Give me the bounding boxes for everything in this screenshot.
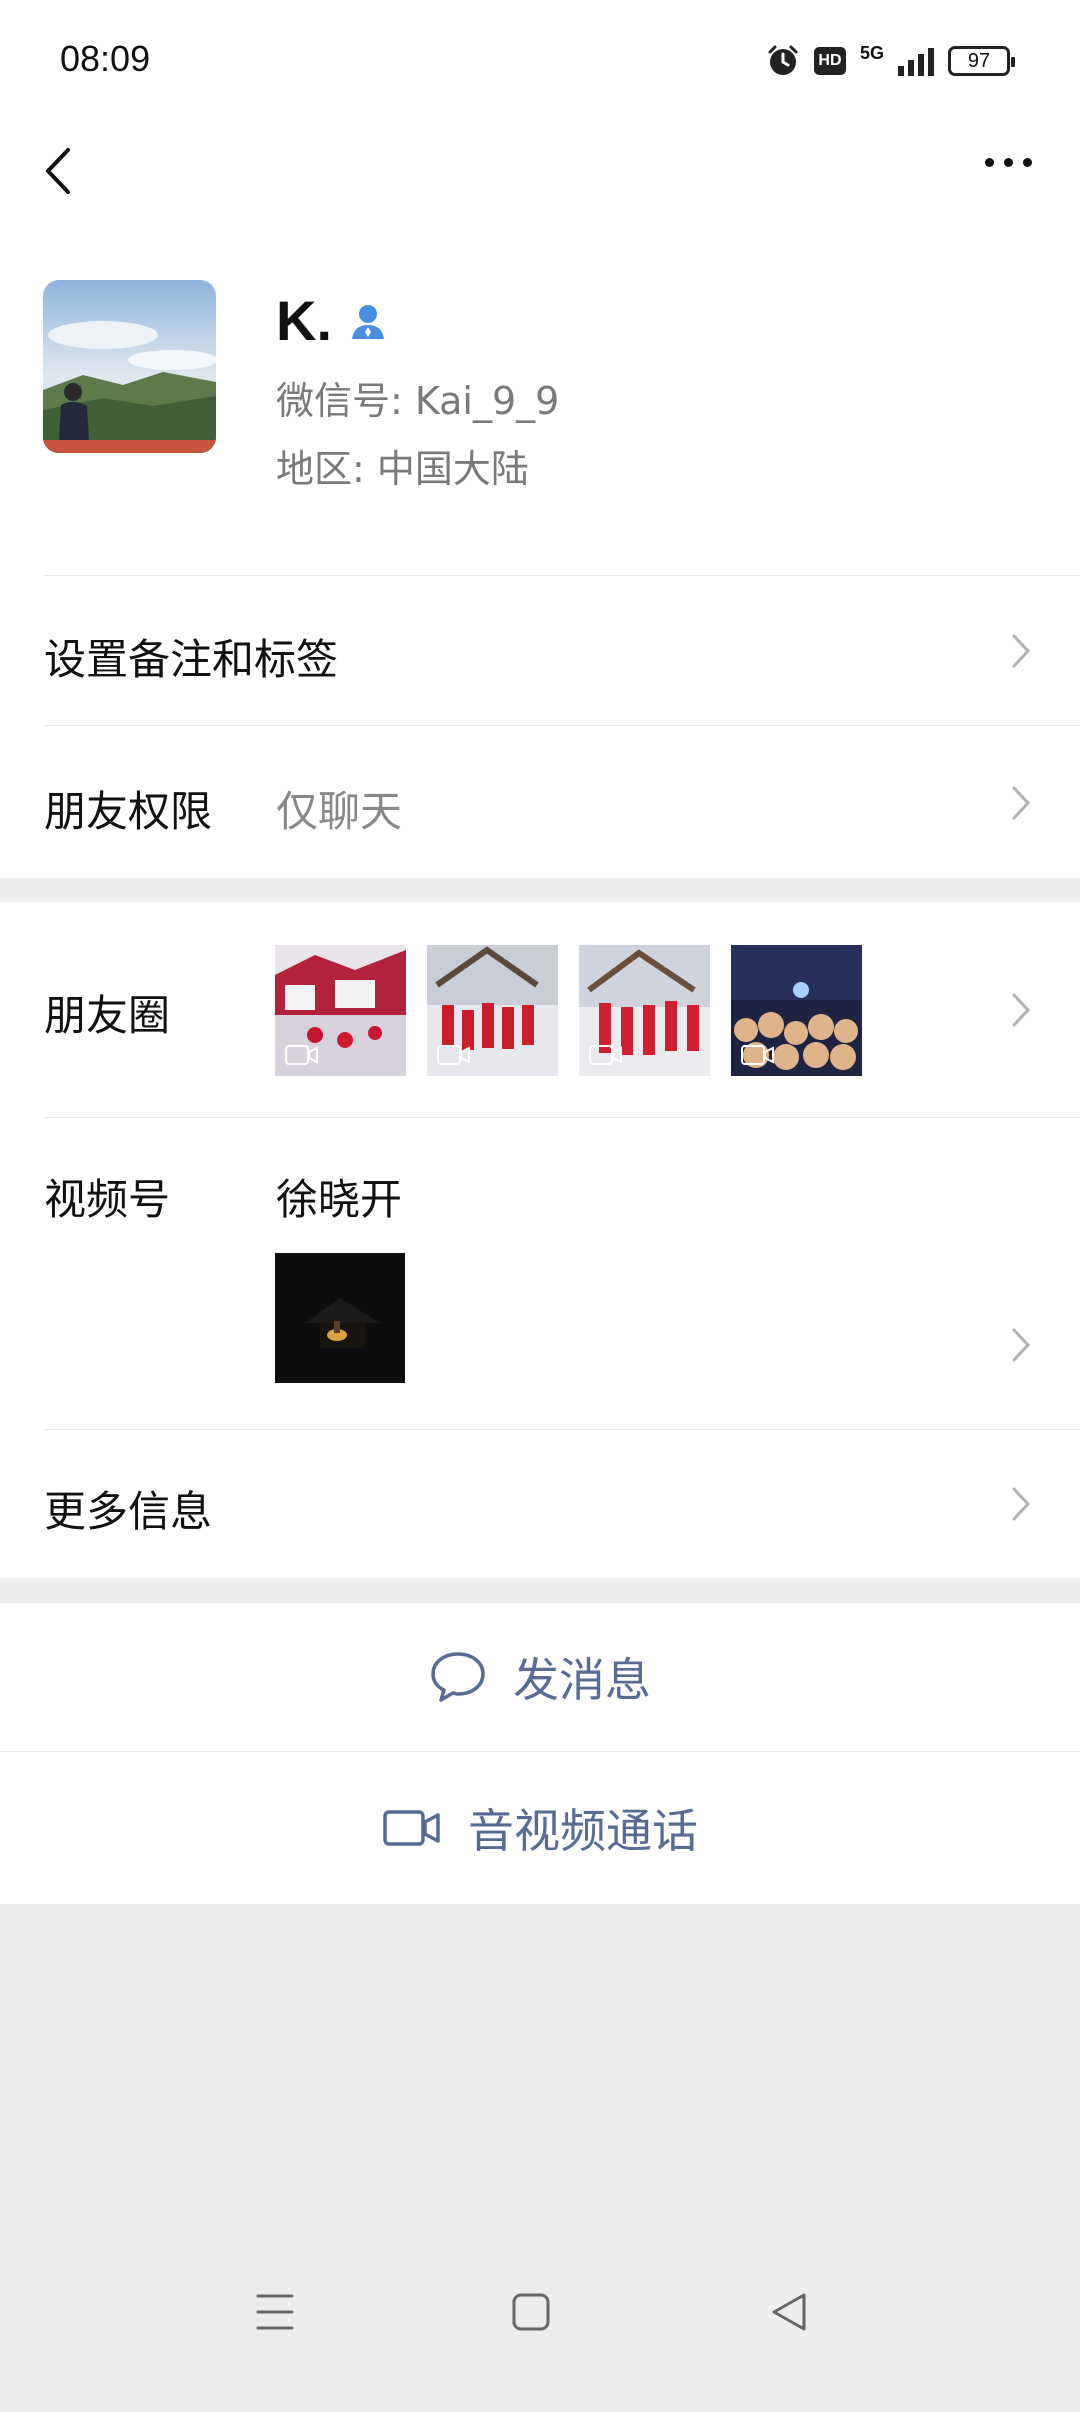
channels-name: 徐晓开 <box>276 1175 403 1224</box>
moments-label: 朋友圈 <box>44 991 171 1040</box>
moments-thumbnail <box>579 945 710 1076</box>
battery-level: 97 <box>967 49 991 72</box>
more-info-row[interactable]: 更多信息 <box>0 1430 1080 1578</box>
chevron-right-icon <box>1012 1328 1031 1362</box>
status-icons: HD 5G 97 <box>766 38 1015 84</box>
channels-thumbnail[interactable] <box>275 1253 405 1383</box>
remark-tags-row[interactable]: 设置备注和标签 <box>0 576 1080 726</box>
back-triangle-icon[interactable] <box>770 2292 808 2332</box>
chevron-right-icon <box>1012 786 1031 820</box>
remark-label: 设置备注和标签 <box>44 635 339 684</box>
moments-thumbnail <box>731 945 862 1076</box>
chevron-right-icon <box>1012 1487 1031 1521</box>
video-call-button[interactable]: 音视频通话 <box>0 1752 1080 1904</box>
chevron-right-icon <box>1012 634 1031 668</box>
wechat-id: 微信号: Kai_9_9 <box>276 379 560 423</box>
more-dots-icon[interactable] <box>985 158 1032 167</box>
battery-icon: 97 <box>948 46 1015 76</box>
status-bar: 08:09 HD 5G 97 <box>0 0 1080 120</box>
channels-label: 视频号 <box>44 1175 171 1224</box>
contact-name: K. <box>276 289 332 352</box>
system-nav-bar <box>0 2252 1080 2412</box>
video-call-label: 音视频通话 <box>468 1804 698 1858</box>
status-time: 08:09 <box>60 38 151 79</box>
contact-profile-screen: 08:09 HD 5G 97 K. 微信号: Kai_9_9 地区: 中国大陆 … <box>0 0 1080 2412</box>
permission-value: 仅聊天 <box>276 787 403 836</box>
home-icon[interactable] <box>512 2292 550 2332</box>
top-nav <box>0 120 1080 220</box>
chevron-right-icon <box>1012 993 1031 1027</box>
network-label: 5G <box>859 42 884 63</box>
alarm-icon <box>768 45 798 75</box>
moments-thumbnail <box>427 945 558 1076</box>
region: 地区: 中国大陆 <box>276 447 529 491</box>
video-icon <box>437 1045 470 1065</box>
permission-label: 朋友权限 <box>44 787 213 836</box>
person-icon <box>352 304 384 339</box>
chat-bubble-icon <box>431 1652 485 1702</box>
signal-icon <box>898 46 934 76</box>
send-message-label: 发消息 <box>513 1653 651 1707</box>
video-icon <box>589 1045 622 1065</box>
moments-thumbnails <box>275 945 862 1076</box>
hd-icon: HD <box>813 47 846 75</box>
avatar[interactable] <box>43 280 216 453</box>
channels-row[interactable]: 视频号 徐晓开 <box>0 1118 1080 1430</box>
name-row: K. <box>276 288 388 353</box>
more-info-label: 更多信息 <box>44 1487 213 1536</box>
profile-header: K. 微信号: Kai_9_9 地区: 中国大陆 <box>0 220 1080 576</box>
moments-row[interactable]: 朋友圈 <box>0 902 1080 1118</box>
send-message-button[interactable]: 发消息 <box>0 1603 1080 1751</box>
video-camera-icon <box>383 1810 440 1846</box>
menu-icon[interactable] <box>256 2292 294 2332</box>
video-icon <box>741 1045 774 1065</box>
friend-permission-row[interactable]: 朋友权限 仅聊天 <box>0 726 1080 878</box>
chevron-left-icon[interactable] <box>38 146 78 196</box>
moments-thumbnail <box>275 945 406 1076</box>
video-icon <box>285 1045 318 1065</box>
